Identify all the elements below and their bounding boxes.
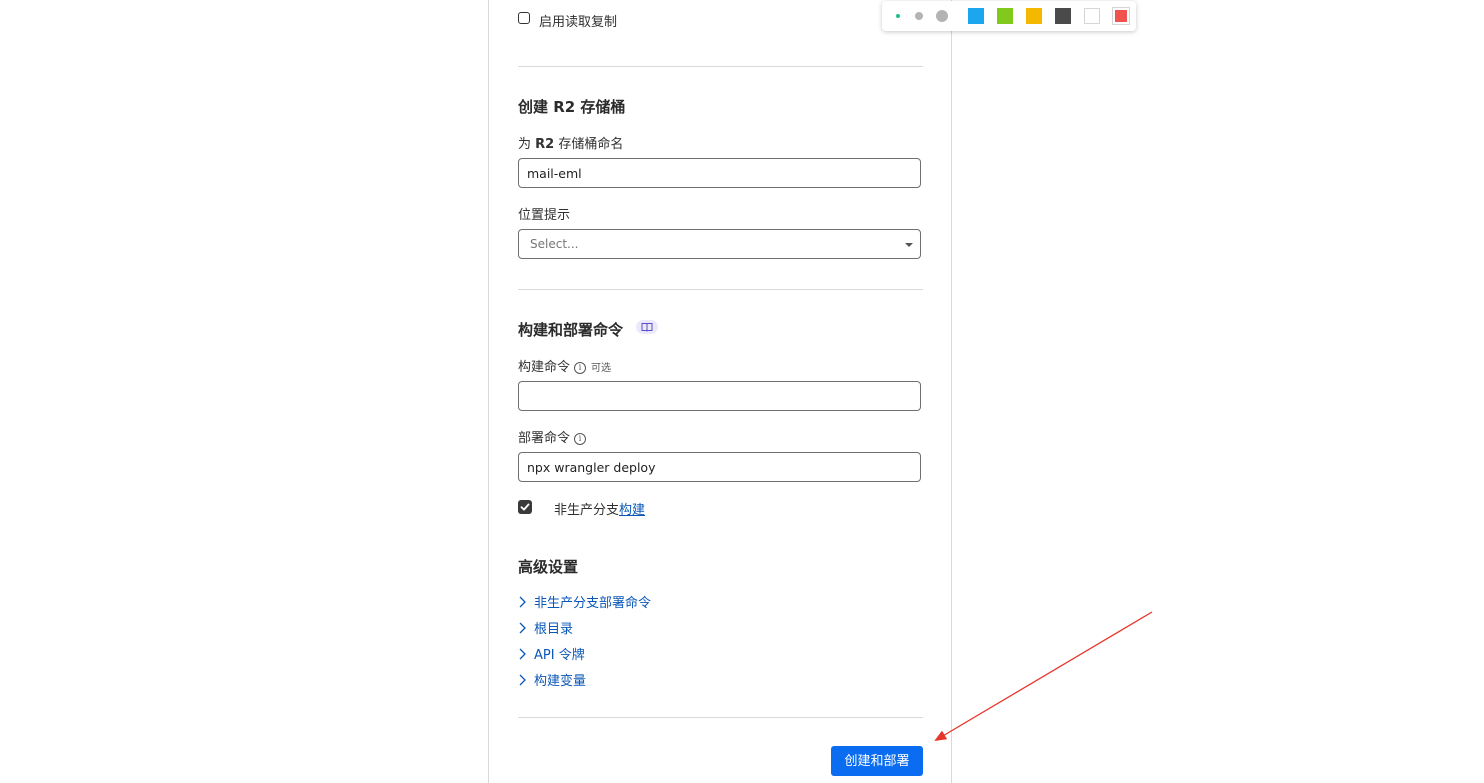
- annotation-arrow: [934, 611, 1153, 742]
